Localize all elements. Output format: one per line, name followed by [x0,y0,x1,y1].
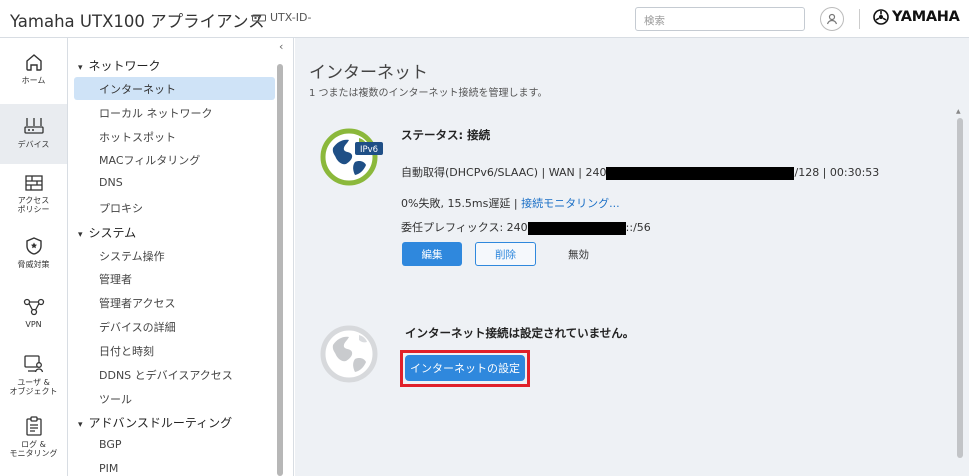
menu-group-advanced-routing[interactable]: アドバンスドルーティング [78,414,233,431]
main-content: インターネット 1 つまたは複数のインターネット接続を管理します。 ▲ IPv6… [295,38,969,476]
menu-item-pim[interactable]: PIM [74,458,275,476]
rail-item-logs[interactable]: ログ & モニタリング [0,416,67,472]
rail-label-threat: 脅威対策 [17,260,50,269]
delegated-prefix-line: 委任プレフィックス: 240::/56 [401,219,651,235]
connection-detail-suffix: /128 | 00:30:53 [794,166,880,179]
router-icon [23,118,44,134]
menu-group-network[interactable]: ネットワーク [78,57,161,74]
user-icon [826,13,838,25]
not-configured-message: インターネット接続は設定されていません。 [405,326,635,340]
main-scrollbar[interactable] [957,118,963,458]
menu-item-mac-filtering[interactable]: MACフィルタリング [74,148,275,171]
rail-label-logs: ログ & モニタリング [9,440,58,459]
connection-stats-line: 0%失敗, 15.5ms遅延 | 接続モニタリング... [401,195,620,211]
connection-detail: 自動取得(DHCPv6/SLAAC) | WAN | 240/128 | 00:… [401,164,879,180]
menu-scrollbar[interactable] [277,64,283,476]
connection-status: ステータス: 接続 [401,128,491,142]
shield-icon [25,237,42,255]
connection-monitoring-link[interactable]: 接続モニタリング... [521,197,620,210]
menu-item-system-operation[interactable]: システム操作 [74,244,275,267]
connection-detail-prefix: 自動取得(DHCPv6/SLAAC) | WAN | 240 [401,166,607,179]
rail-item-threat[interactable]: 脅威対策 [0,236,67,280]
delegated-prefix-suffix: ::/56 [625,221,651,234]
vpn-network-icon [23,298,44,316]
user-objects-icon [23,355,43,373]
menu-item-administrator[interactable]: 管理者 [74,267,275,290]
rail-item-vpn[interactable]: VPN [0,298,67,342]
rail-item-users-objects[interactable]: ユーザ & オブジェクト [0,354,67,406]
search-input[interactable]: 検索 [635,7,805,31]
app-title: Yamaha UTX100 アプライアンス [10,12,265,31]
settings-menu: ‹ ネットワーク インターネット ローカル ネットワーク ホットスポット MAC… [68,38,294,476]
firewall-icon [24,175,43,191]
menu-item-local-network[interactable]: ローカル ネットワーク [74,101,275,124]
ipv6-badge: IPv6 [360,145,378,155]
brand-name: YAMAHA [892,9,960,25]
menu-item-hotspot[interactable]: ホットスポット [74,125,275,148]
redacted-address [606,166,795,180]
menu-item-proxy[interactable]: プロキシ [74,196,275,219]
rail-label-access-policy: アクセス ポリシー [17,196,50,215]
user-account-button[interactable] [820,7,844,31]
collapse-menu-icon[interactable]: ‹ [279,40,283,53]
menu-item-device-details[interactable]: デバイスの詳細 [74,315,275,338]
menu-item-tools[interactable]: ツール [74,387,275,410]
ipv6-globe-icon: IPv6 [320,128,383,186]
rail-item-access-policy[interactable]: アクセス ポリシー [0,174,67,226]
unconfigured-globe-icon [320,325,378,383]
delete-button[interactable]: 削除 [475,242,536,266]
delegated-prefix-label: 委任プレフィックス: 240 [401,221,528,234]
rail-label-users-objects: ユーザ & オブジェクト [9,378,58,397]
menu-item-ddns[interactable]: DDNS とデバイスアクセス [74,363,275,386]
page-title: インターネット [309,63,428,83]
clipboard-log-icon [25,416,42,436]
menu-item-admin-access[interactable]: 管理者アクセス [74,291,275,314]
header-divider [859,9,860,29]
setup-internet-button[interactable]: インターネットの設定 [405,355,525,381]
yamaha-logo: YAMAHA [873,9,960,25]
rail-label-home: ホーム [21,76,46,85]
rail-label-vpn: VPN [25,320,42,329]
connection-stats: 0%失敗, 15.5ms遅延 | [401,197,518,210]
redacted-prefix [527,221,626,235]
page-description: 1 つまたは複数のインターネット接続を管理します。 [309,88,548,99]
menu-item-bgp[interactable]: BGP [74,434,275,457]
rail-item-device[interactable]: デバイス [0,104,67,164]
edit-button[interactable]: 編集 [402,242,462,266]
device-id-text: UTX-ID- [270,11,312,24]
device-icon [252,14,266,21]
scroll-up-arrow-icon[interactable]: ▲ [956,108,961,115]
icon-rail: ホーム デバイス アクセス ポリシー 脅威対策 VPN ユーザ & オブジェクト… [0,38,68,476]
menu-item-dns[interactable]: DNS [74,172,275,195]
menu-item-date-time[interactable]: 日付と時刻 [74,339,275,362]
menu-item-internet[interactable]: インターネット [74,77,275,100]
home-icon [25,54,42,71]
menu-group-system[interactable]: システム [78,224,137,241]
rail-label-device: デバイス [17,140,50,149]
top-bar: Yamaha UTX100 アプライアンス UTX-ID- 検索 YAMAHA [0,0,969,38]
yamaha-tuning-fork-icon [873,9,889,25]
rail-item-home[interactable]: ホーム [0,52,67,102]
disable-toggle-label[interactable]: 無効 [568,247,589,262]
device-id: UTX-ID- [252,11,311,24]
